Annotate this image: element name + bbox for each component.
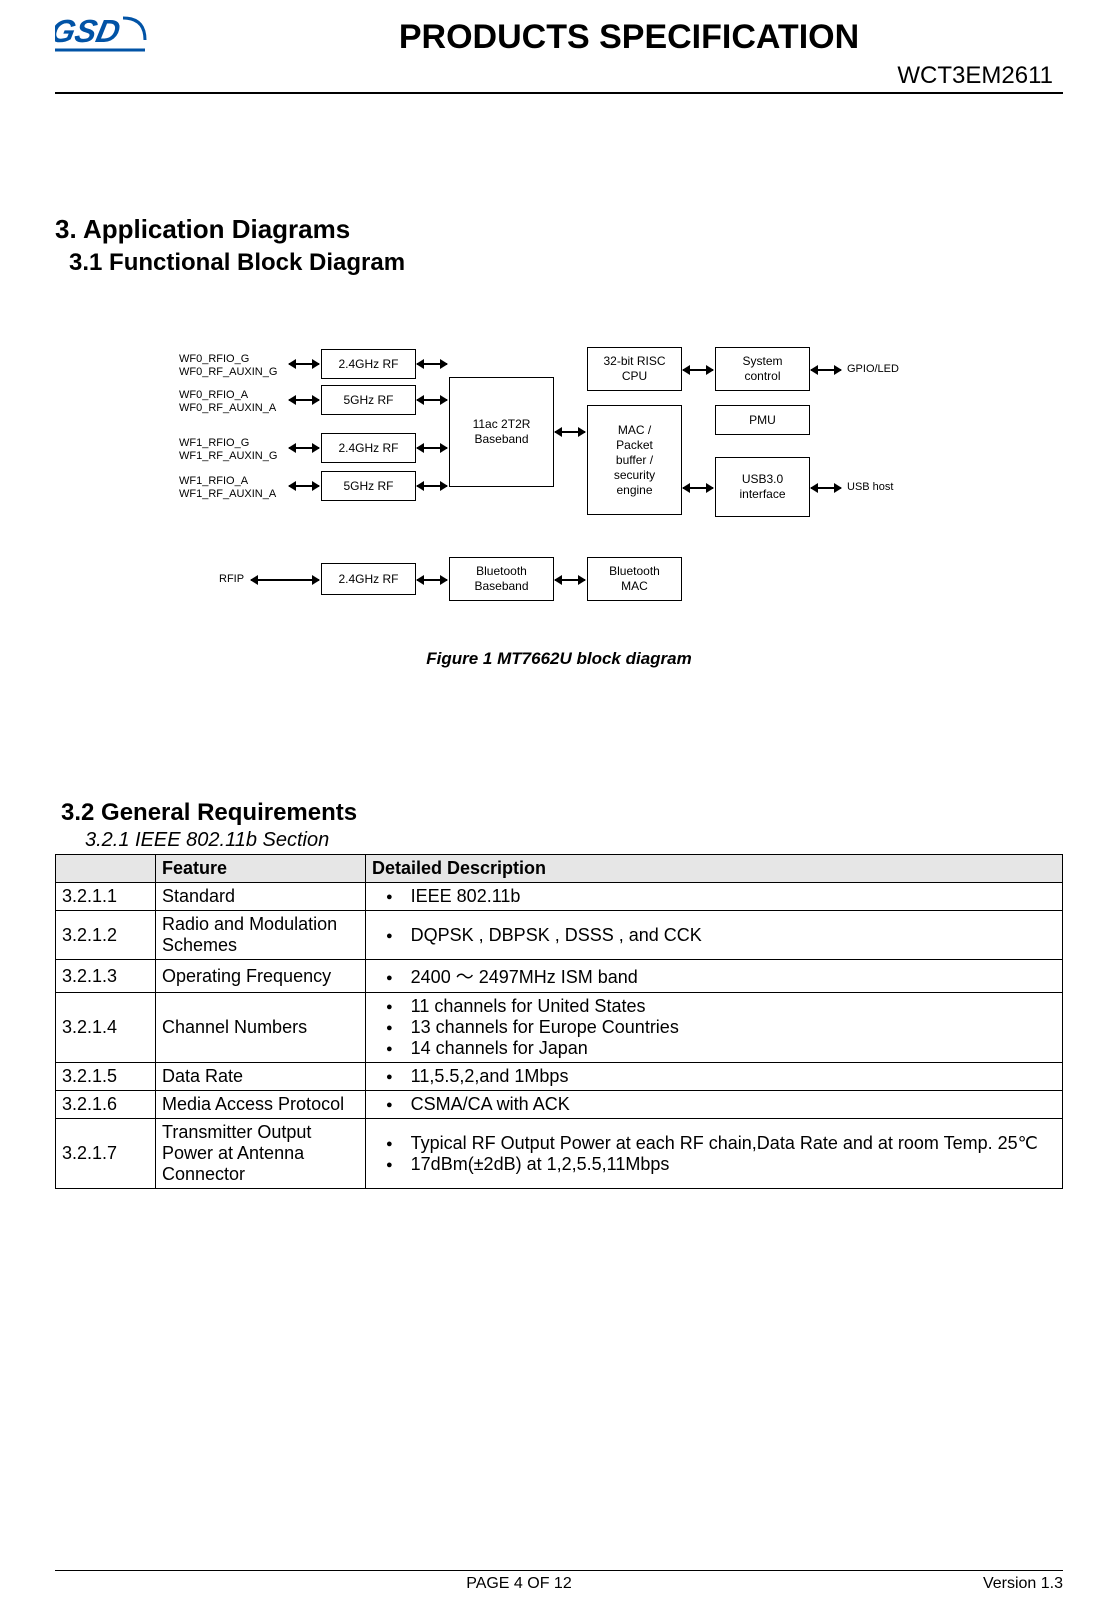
block-bt-rf: 2.4GHz RF	[321, 563, 416, 595]
arrow	[555, 431, 585, 433]
block-rf1-5: 5GHz RF	[321, 471, 416, 501]
table-row: 3.2.1.2Radio and Modulation Schemes DQPSK…	[56, 911, 1063, 960]
row-number: 3.2.1.3	[56, 960, 156, 993]
part-number: WCT3EM2611	[55, 62, 1063, 90]
arrow	[417, 579, 447, 581]
arrow	[417, 447, 447, 449]
row-feature: Media Access Protocol	[156, 1091, 366, 1119]
row-description: IEEE 802.11b	[366, 883, 1063, 911]
bullet-item: 17dBm(±2dB) at 1,2,5.5,11Mbps	[386, 1154, 1056, 1175]
arrow	[289, 363, 319, 365]
arrow	[555, 579, 585, 581]
block-11ac-baseband: 11ac 2T2R Baseband	[449, 377, 554, 487]
figure-caption: Figure 1 MT7662U block diagram	[179, 649, 939, 669]
row-description: CSMA/CA with ACK	[366, 1091, 1063, 1119]
arrow	[811, 487, 841, 489]
arrow	[683, 487, 713, 489]
logo: GSD	[55, 10, 155, 60]
bullet-item: DQPSK , DBPSK , DSSS , and CCK	[386, 925, 1056, 946]
row-number: 3.2.1.5	[56, 1063, 156, 1091]
block-rf0-5: 5GHz RF	[321, 385, 416, 415]
bullet-item: CSMA/CA with ACK	[386, 1094, 1056, 1115]
svg-text:GSD: GSD	[55, 13, 124, 49]
block-cpu: 32-bit RISC CPU	[587, 347, 682, 391]
row-feature: Standard	[156, 883, 366, 911]
row-description: DQPSK , DBPSK , DSSS , and CCK	[366, 911, 1063, 960]
footer-version: Version 1.3	[983, 1575, 1063, 1593]
label-gpio-led: GPIO/LED	[847, 363, 899, 376]
label-wf1-a: WF1_RFIO_A WF1_RF_AUXIN_A	[179, 475, 276, 501]
block-bt-baseband: Bluetooth Baseband	[449, 557, 554, 601]
row-feature: Transmitter Output Power at Antenna Conn…	[156, 1119, 366, 1189]
footer-page: PAGE 4 OF 12	[55, 1575, 983, 1593]
bullet-item: 2400 ～ 2497MHz ISM band	[386, 963, 1056, 989]
label-wf0-a: WF0_RFIO_A WF0_RF_AUXIN_A	[179, 389, 276, 415]
row-description: 11,5.5,2,and 1Mbps	[366, 1063, 1063, 1091]
bullet-item: 11,5.5,2,and 1Mbps	[386, 1066, 1056, 1087]
table-row: 3.2.1.1Standard IEEE 802.11b	[56, 883, 1063, 911]
table-row: 3.2.1.7Transmitter Output Power at Anten…	[56, 1119, 1063, 1189]
arrow	[683, 369, 713, 371]
th-feature: Feature	[156, 855, 366, 883]
th-description: Detailed Description	[366, 855, 1063, 883]
row-number: 3.2.1.1	[56, 883, 156, 911]
section-3-1-heading: 3.1 Functional Block Diagram	[69, 249, 1063, 277]
arrow	[289, 399, 319, 401]
table-row: 3.2.1.4Channel Numbers11 channels for Un…	[56, 993, 1063, 1063]
row-feature: Channel Numbers	[156, 993, 366, 1063]
arrow	[811, 369, 841, 371]
bullet-item: IEEE 802.11b	[386, 886, 1056, 907]
arrow	[289, 447, 319, 449]
row-number: 3.2.1.4	[56, 993, 156, 1063]
bullet-item: 14 channels for Japan	[386, 1038, 1056, 1059]
section-3-2-heading: 3.2 General Requirements	[61, 799, 1063, 827]
bullet-item: 13 channels for Europe Countries	[386, 1017, 1056, 1038]
section-3-2-1-heading: 3.2.1 IEEE 802.11b Section	[85, 829, 1063, 852]
label-rfip: RFIP	[219, 573, 244, 586]
row-description: Typical RF Output Power at each RF chain…	[366, 1119, 1063, 1189]
row-feature: Radio and Modulation Schemes	[156, 911, 366, 960]
block-diagram: WF0_RFIO_G WF0_RF_AUXIN_G WF0_RFIO_A WF0…	[179, 347, 939, 627]
table-row: 3.2.1.5Data Rate 11,5.5,2,and 1Mbps	[56, 1063, 1063, 1091]
footer-divider	[55, 1570, 1063, 1571]
section-3-heading: 3. Application Diagrams	[55, 214, 1063, 245]
th-blank	[56, 855, 156, 883]
bullet-item: Typical RF Output Power at each RF chain…	[386, 1133, 1056, 1154]
row-description: 2400 ～ 2497MHz ISM band	[366, 960, 1063, 993]
block-rf0-24: 2.4GHz RF	[321, 349, 416, 379]
page-title: PRODUCTS SPECIFICATION	[195, 10, 1063, 57]
label-wf0-g: WF0_RFIO_G WF0_RF_AUXIN_G	[179, 353, 277, 379]
row-number: 3.2.1.6	[56, 1091, 156, 1119]
block-bt-mac: Bluetooth MAC	[587, 557, 682, 601]
arrow	[251, 579, 319, 581]
table-row: 3.2.1.6Media Access Protocol CSMA/CA with…	[56, 1091, 1063, 1119]
row-feature: Data Rate	[156, 1063, 366, 1091]
block-usb: USB3.0 interface	[715, 457, 810, 517]
arrow	[417, 485, 447, 487]
bullet-item: 11 channels for United States	[386, 996, 1056, 1017]
block-system-control: System control	[715, 347, 810, 391]
row-feature: Operating Frequency	[156, 960, 366, 993]
table-row: 3.2.1.3Operating Frequency 2400 ～ 2497MHz…	[56, 960, 1063, 993]
arrow	[289, 485, 319, 487]
block-mac: MAC / Packet buffer / security engine	[587, 405, 682, 515]
label-wf1-g: WF1_RFIO_G WF1_RF_AUXIN_G	[179, 437, 277, 463]
arrow	[417, 363, 447, 365]
block-pmu: PMU	[715, 405, 810, 435]
label-usb-host: USB host	[847, 481, 893, 494]
row-number: 3.2.1.7	[56, 1119, 156, 1189]
block-rf1-24: 2.4GHz RF	[321, 433, 416, 463]
row-number: 3.2.1.2	[56, 911, 156, 960]
requirements-table: Feature Detailed Description 3.2.1.1Stan…	[55, 854, 1063, 1189]
row-description: 11 channels for United States13 channels…	[366, 993, 1063, 1063]
arrow	[417, 399, 447, 401]
